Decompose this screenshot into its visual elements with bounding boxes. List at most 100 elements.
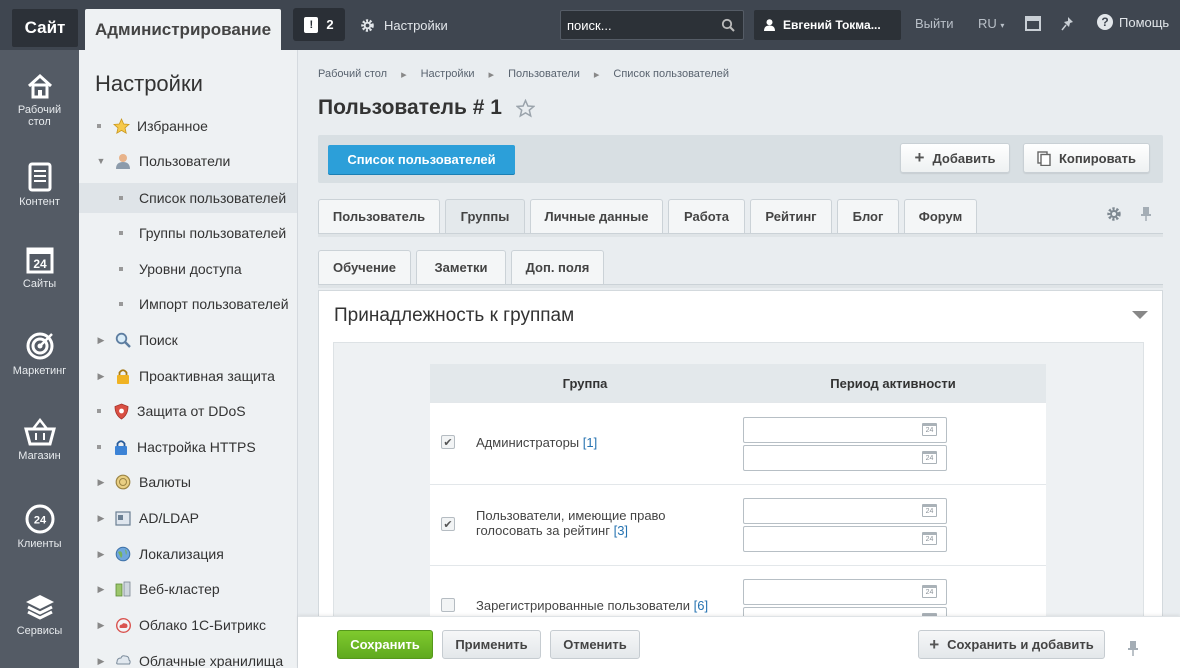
menu-marketing[interactable]: Маркетинг [0,331,79,377]
calendar-24-icon: 24 [26,247,53,274]
save-button[interactable]: Сохранить [337,630,433,659]
group-count[interactable]: [3] [614,523,628,538]
collapsed-arrow-icon[interactable]: ▶ [96,513,106,524]
calendar-icon[interactable]: 24 [922,585,937,598]
collapsed-arrow-icon[interactable]: ▶ [96,549,106,560]
site-button[interactable]: Сайт [12,9,78,47]
settings-label: Настройки [384,17,448,33]
sidebar-item-user-groups[interactable]: Группы пользователей [79,218,297,248]
collapsed-arrow-icon[interactable]: ▶ [96,656,106,667]
top-bar: Сайт Администрирование ! 2 Настройки пои… [0,0,1180,50]
search-icon [114,331,132,349]
collapsed-arrow-icon[interactable]: ▶ [96,584,106,595]
sidebar-item-users[interactable]: ▼ Пользователи [79,146,297,176]
date-to-input[interactable]: 24 [743,526,947,552]
calendar-icon[interactable]: 24 [922,532,937,545]
lock-icon [112,438,130,456]
tab-extra-fields[interactable]: Доп. поля [511,250,604,284]
sidebar-item-ddos[interactable]: Защита от DDoS [79,396,297,426]
tab-work[interactable]: Работа [668,199,745,233]
date-from-input[interactable]: 24 [743,417,947,443]
menu-store[interactable]: Магазин [0,418,79,462]
add-button[interactable]: + Добавить [900,143,1010,173]
search-icon[interactable] [721,18,735,32]
menu-clients[interactable]: 24 Клиенты [0,504,79,550]
breadcrumb-item[interactable]: Рабочий стол [318,68,387,81]
save-and-add-button[interactable]: + Сохранить и добавить [918,630,1105,659]
apply-button[interactable]: Применить [442,630,541,659]
sidebar-item-localization[interactable]: ▶ Локализация [79,539,297,569]
gear-icon[interactable] [1106,206,1122,222]
logout-link[interactable]: Выйти [915,16,954,31]
collapsed-arrow-icon[interactable]: ▶ [96,620,106,631]
group-name-line: Пользователи, имеющие право [476,508,666,523]
user-menu[interactable]: Евгений Токма... [754,10,901,40]
lock-icon [114,367,132,385]
help-icon: ? [1097,14,1113,30]
collapsed-arrow-icon[interactable]: ▶ [96,335,106,346]
sidebar-item-https[interactable]: Настройка HTTPS [79,432,297,462]
collapsed-arrow-icon[interactable]: ▶ [96,477,106,488]
tab-notes[interactable]: Заметки [416,250,506,284]
notifications-button[interactable]: ! 2 [293,8,345,41]
target-icon [26,332,53,360]
tab-forum[interactable]: Форум [904,199,977,233]
sidebar-item-search[interactable]: ▶ Поиск [79,325,297,355]
sidebar-item-user-import[interactable]: Импорт пользователей [79,289,297,319]
window-icon[interactable] [1025,16,1041,31]
expanded-arrow-icon[interactable]: ▼ [96,156,106,166]
tab-training[interactable]: Обучение [318,250,411,284]
calendar-icon[interactable]: 24 [922,504,937,517]
sidebar-item-bitrix-cloud[interactable]: ▶ Облако 1С-Битрикс [79,610,297,640]
date-to-input[interactable]: 24 [743,445,947,471]
group-count[interactable]: [1] [583,435,597,450]
sidebar-item-webcluster[interactable]: ▶ Веб-кластер [79,574,297,604]
star-outline-icon[interactable] [515,98,535,118]
checkbox-checked[interactable]: ✔ [441,517,455,531]
tab-user[interactable]: Пользователь [318,199,440,233]
sidebar-item-access-levels[interactable]: Уровни доступа [79,254,297,284]
sidebar-item-ldap[interactable]: ▶ AD/LDAP [79,503,297,533]
pin-icon[interactable] [1061,16,1075,31]
checkbox-unchecked[interactable] [441,598,455,612]
user-icon [764,19,775,31]
menu-services[interactable]: Сервисы [0,593,79,637]
page-title: Пользователь # 1 [318,96,535,120]
breadcrumb-item[interactable]: Пользователи [508,68,580,81]
copy-button[interactable]: Копировать [1023,143,1150,173]
language-select[interactable]: RU ▾ [978,16,1004,31]
settings-link[interactable]: Настройки [360,15,448,35]
tab-personal-data[interactable]: Личные данные [530,199,663,233]
cancel-button[interactable]: Отменить [550,630,640,659]
date-from-input[interactable]: 24 [743,579,947,605]
pin-icon[interactable] [1140,206,1152,222]
sidebar-item-user-list[interactable]: Список пользователей [79,183,297,213]
help-link[interactable]: ? Помощь [1097,14,1169,30]
tab-rating[interactable]: Рейтинг [750,199,832,233]
settings-sidebar: Настройки Избранное ▼ Пользователи Списо… [79,50,298,668]
sidebar-item-currencies[interactable]: ▶ Валюты [79,467,297,497]
calendar-icon[interactable]: 24 [922,423,937,436]
bottom-action-bar: Сохранить Применить Отменить + Сохранить… [298,616,1180,668]
user-list-button[interactable]: Список пользователей [328,145,515,174]
collapse-caret-icon[interactable] [1132,311,1148,319]
pin-icon[interactable] [1127,640,1139,657]
date-from-input[interactable]: 24 [743,498,947,524]
calendar-icon[interactable]: 24 [922,451,937,464]
sidebar-item-proactive[interactable]: ▶ Проактивная защита [79,361,297,391]
tab-groups[interactable]: Группы [445,199,525,233]
menu-services-label: Сервисы [16,625,63,637]
menu-desktop[interactable]: Рабочий стол [0,72,79,128]
collapsed-arrow-icon[interactable]: ▶ [96,371,106,382]
checkbox-checked[interactable]: ✔ [441,435,455,449]
search-input[interactable]: поиск... [560,10,744,40]
breadcrumb-item[interactable]: Настройки [421,68,475,81]
group-count[interactable]: [6] [694,598,708,613]
sidebar-item-favorites[interactable]: Избранное [79,111,297,141]
breadcrumb-item[interactable]: Список пользователей [613,68,729,81]
admin-button[interactable]: Администрирование [85,9,281,50]
tab-blog[interactable]: Блог [837,199,899,233]
menu-content[interactable]: Контент [0,162,79,208]
sidebar-item-cloud-storage[interactable]: ▶ Облачные хранилища [79,646,297,668]
menu-sites[interactable]: 24 Сайты [0,246,79,290]
